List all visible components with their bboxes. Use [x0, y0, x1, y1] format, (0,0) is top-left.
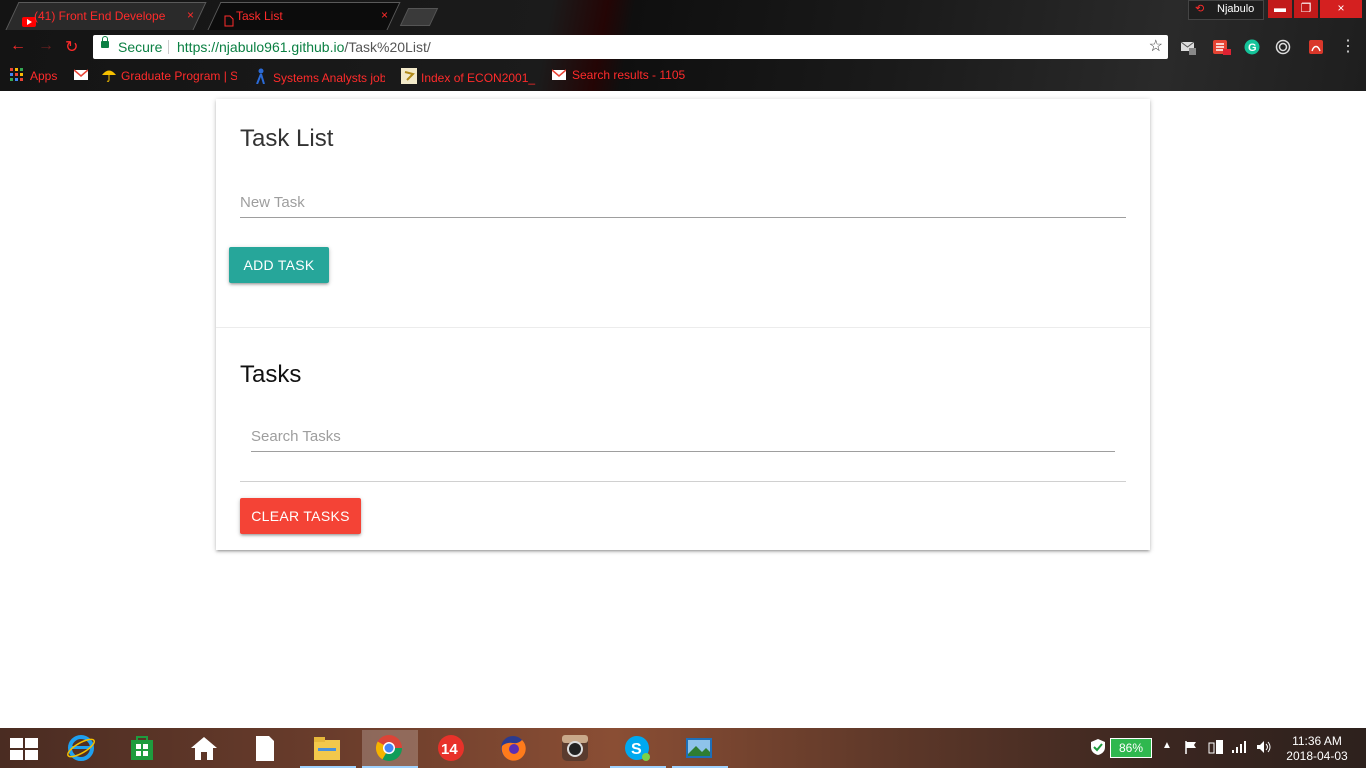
tab-strip: (41) Front End Develope × Task List × ⟲ …: [0, 0, 1366, 30]
gmail-icon: [74, 69, 89, 83]
secure-label: Secure: [118, 39, 163, 55]
show-hidden-icons-icon[interactable]: ▲: [1162, 740, 1172, 780]
folder-icon: [401, 68, 417, 84]
tab-close-icon[interactable]: ×: [187, 2, 194, 28]
lock-icon: [101, 36, 109, 48]
clock-time: 11:36 AM: [1292, 734, 1342, 748]
pdf-icon[interactable]: [1308, 39, 1324, 55]
clock-date: 2018-04-03: [1286, 749, 1348, 763]
battery-indicator[interactable]: 86%: [1110, 738, 1152, 758]
volume-icon[interactable]: [1256, 740, 1272, 780]
bookmark-star-icon[interactable]: ☆: [1149, 35, 1163, 59]
page-title: Task List: [240, 125, 334, 152]
person-icon: [253, 68, 267, 85]
tasks-heading: Tasks: [240, 361, 302, 388]
gmail-icon: [552, 69, 567, 83]
close-window-button[interactable]: ×: [1320, 0, 1362, 18]
bookmark-label: Search results - 1105: [572, 68, 686, 82]
skype-icon[interactable]: S: [610, 730, 666, 768]
bookmark-apps[interactable]: Apps: [10, 68, 57, 83]
apps-grid-icon: [10, 68, 24, 82]
network-signal-icon[interactable]: [1232, 740, 1248, 780]
bookmark-label: Systems Analysts job: [273, 71, 385, 85]
profile-name: Njabulo: [1217, 3, 1255, 15]
reload-button[interactable]: ↻: [65, 37, 78, 57]
bookmark-label: Graduate Program | S: [121, 69, 237, 83]
internet-explorer-icon[interactable]: [54, 730, 110, 766]
url-separator: [168, 40, 169, 54]
system-clock[interactable]: 11:36 AM 2018-04-03: [1282, 734, 1352, 764]
new-task-input[interactable]: [240, 187, 1126, 218]
bookmark-graduate-program[interactable]: Graduate Program | S: [101, 68, 237, 83]
svg-text:S: S: [631, 741, 642, 758]
address-bar[interactable]: Secure https://njabulo961.github.io/Task…: [93, 35, 1168, 59]
file-explorer-icon[interactable]: [300, 730, 356, 768]
minimize-button[interactable]: ▬: [1268, 0, 1292, 18]
bookmark-gmail[interactable]: [74, 68, 94, 83]
grammarly-icon[interactable]: G: [1244, 39, 1260, 55]
task-list: [240, 481, 1126, 482]
device-icon[interactable]: [1208, 739, 1224, 779]
calendar-14-icon[interactable]: 14: [424, 730, 480, 766]
search-tasks-input[interactable]: [251, 421, 1115, 452]
bookmark-label: Index of ECON2001_: [421, 71, 536, 85]
menu-icon[interactable]: ⋮: [1340, 39, 1356, 55]
store-icon[interactable]: [115, 730, 171, 766]
profile-button[interactable]: ⟲ Njabulo: [1188, 0, 1264, 20]
clear-tasks-button[interactable]: Clear Tasks: [240, 498, 361, 534]
document-icon[interactable]: [238, 730, 294, 766]
chrome-icon[interactable]: [362, 730, 418, 768]
browser-toolbar: ← → ↻ Secure https://njabulo961.github.i…: [0, 33, 1366, 61]
bookmark-systems-analysts[interactable]: Systems Analysts job: [253, 68, 385, 85]
firefox-icon[interactable]: [486, 730, 542, 766]
windows-logo-icon: [10, 738, 23, 748]
section-divider: [216, 327, 1150, 328]
bookmarks-bar: Apps Graduate Program | S Systems Analys…: [0, 64, 1366, 88]
svg-text:G: G: [1248, 42, 1257, 54]
mail-checker-icon[interactable]: [1180, 39, 1196, 55]
tab-front-end-developer[interactable]: (41) Front End Develope ×: [5, 2, 207, 30]
forward-button[interactable]: →: [38, 37, 54, 55]
defender-icon[interactable]: [1090, 738, 1106, 778]
profile-sync-icon: ⟲: [1195, 3, 1205, 15]
new-tab-button[interactable]: [399, 8, 439, 26]
bookmark-index-econ[interactable]: Index of ECON2001_: [401, 68, 541, 85]
back-button[interactable]: ←: [10, 37, 26, 55]
svg-text:14: 14: [441, 741, 458, 758]
task-list-card: Task List Add Task Tasks Clear Tasks: [216, 99, 1150, 550]
bookmark-label: Apps: [30, 69, 58, 83]
tab-close-icon[interactable]: ×: [381, 2, 388, 28]
home-icon[interactable]: [177, 730, 233, 766]
url-host: https://njabulo961.github.io: [177, 39, 345, 55]
url-text[interactable]: https://njabulo961.github.io/Task%20List…: [177, 35, 431, 59]
maximize-button[interactable]: ❐: [1294, 0, 1318, 18]
fingerprint-icon[interactable]: [1275, 39, 1291, 55]
umbrella-icon: [101, 68, 116, 82]
add-task-button[interactable]: Add Task: [229, 247, 329, 283]
bookmark-search-results[interactable]: Search results - 1105: [552, 68, 686, 83]
tab-title: Task List: [236, 9, 283, 23]
tab-task-list[interactable]: Task List ×: [207, 2, 401, 30]
windows-taskbar: 14 S 86% ▲ 11:36 AM 2018-04-03: [0, 728, 1366, 768]
todoist-icon[interactable]: [1213, 39, 1231, 55]
browser-chrome: (41) Front End Develope × Task List × ⟲ …: [0, 0, 1366, 91]
tab-title: (41) Front End Develope: [34, 9, 166, 23]
flag-icon[interactable]: [1184, 740, 1198, 780]
start-button[interactable]: [10, 738, 38, 760]
url-path: /Task%20List/: [344, 39, 431, 55]
instagram-icon[interactable]: [548, 730, 604, 766]
photos-icon[interactable]: [672, 730, 728, 768]
